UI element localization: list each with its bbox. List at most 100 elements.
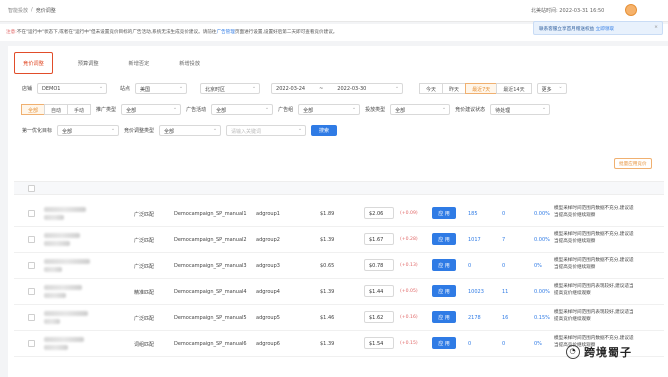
- apply-button[interactable]: 应 用: [432, 207, 456, 219]
- mode-auto-button[interactable]: 自动: [44, 104, 69, 115]
- primary-goal-select[interactable]: 全部: [57, 125, 120, 136]
- group-name: adgroup4: [256, 289, 280, 295]
- apply-button[interactable]: 应 用: [432, 259, 456, 271]
- campaign-name: Democampaign_SP_manual2: [174, 237, 247, 243]
- match-type: 精准匹配: [134, 290, 155, 296]
- clicks-value[interactable]: 1017: [468, 237, 481, 243]
- tab-budget-adjust[interactable]: 预算调整: [73, 52, 104, 74]
- timezone-select[interactable]: 北京时区: [200, 83, 261, 94]
- acos-value: 0.00%: [534, 211, 550, 217]
- quick-14d-button[interactable]: 最近14天: [496, 83, 532, 94]
- select-all-checkbox[interactable]: [28, 185, 35, 192]
- blurred-keyword-sub: [44, 241, 70, 246]
- new-bid-input[interactable]: $2.06: [364, 207, 394, 219]
- row-checkbox[interactable]: [28, 236, 35, 243]
- bid-change: (+0.16): [400, 315, 418, 320]
- new-bid-input[interactable]: $1.44: [364, 285, 394, 297]
- clicks-value[interactable]: 185: [468, 211, 478, 217]
- ad-manage-link[interactable]: 广告管理: [216, 30, 234, 35]
- filter-row-2: 全部 自动 手动 推广类型 全部 广告活动 全部 广告组 全部 投放类型 全部 …: [21, 104, 551, 115]
- notice-text-2: 页面进行设置,设置好后第二天即可查看竞价建议。: [234, 30, 338, 35]
- orders-value[interactable]: 0: [502, 211, 505, 217]
- search-button[interactable]: 搜索: [311, 125, 338, 136]
- campaign-name: Democampaign_SP_manual3: [174, 263, 247, 269]
- notice-text-1: 不在"运行中"状态下,或者在"运行中"但未设置竞价目标的广告活动,系统无法生成竞…: [16, 30, 217, 35]
- tab-add-negative[interactable]: 新增否定: [124, 52, 155, 74]
- row-checkbox[interactable]: [28, 314, 35, 321]
- bid-status-select[interactable]: 待处理: [490, 104, 551, 115]
- apply-button[interactable]: 应 用: [432, 285, 456, 297]
- group-name: adgroup6: [256, 341, 280, 347]
- apply-button[interactable]: 应 用: [432, 337, 456, 349]
- orders-value[interactable]: 0: [502, 341, 505, 347]
- date-from: 2022-03-24: [276, 86, 306, 92]
- main-card: 竞价调整 预算调整 新增否定 新增投放 店铺 DEMO1 站点 美国 北京时区 …: [8, 46, 668, 377]
- group-select[interactable]: 全部: [298, 104, 361, 115]
- suggestion-text: 模型采样时间范围内数据不充分,建议适当提高竞价继续观察: [554, 206, 634, 218]
- avatar[interactable]: [625, 4, 637, 16]
- campaign-select[interactable]: 全部: [211, 104, 274, 115]
- row-checkbox[interactable]: [28, 210, 35, 217]
- table-header: [14, 181, 664, 195]
- clicks-value[interactable]: 0: [468, 341, 471, 347]
- close-icon[interactable]: ×: [654, 25, 658, 30]
- current-bid: $0.65: [320, 263, 335, 269]
- new-bid-input[interactable]: $1.67: [364, 233, 394, 245]
- suggestion-text: 模型采样时间范围内表现较好,建议适当提高竞价继续观察: [554, 284, 634, 296]
- table-row: 广泛匹配 Democampaign_SP_manual5 adgroup5 $1.46…: [14, 305, 664, 331]
- mode-manual-button[interactable]: 手动: [67, 104, 92, 115]
- ad-type-select[interactable]: 全部: [121, 104, 182, 115]
- new-bid-input[interactable]: $0.78: [364, 259, 394, 271]
- more-dates-select[interactable]: 更多: [536, 83, 567, 94]
- clicks-value[interactable]: 10023: [468, 289, 484, 295]
- breadcrumb-item[interactable]: 智能投放: [8, 7, 28, 14]
- table-row: 广泛匹配 Democampaign_SP_manual2 adgroup2 $1.39…: [14, 227, 664, 253]
- blurred-keyword-sub: [44, 345, 68, 350]
- blurred-keyword-sub: [44, 293, 66, 298]
- orders-value[interactable]: 7: [502, 237, 505, 243]
- match-type-select[interactable]: 全部: [390, 104, 451, 115]
- bid-status-label: 竞价建议状态: [455, 107, 486, 113]
- shop-select[interactable]: DEMO1: [37, 83, 108, 94]
- row-checkbox[interactable]: [28, 262, 35, 269]
- primary-goal-label: 第一优化目标: [22, 128, 53, 134]
- date-to: 2022-03-30: [337, 86, 367, 92]
- clicks-value[interactable]: 2178: [468, 315, 481, 321]
- quick-7d-button[interactable]: 最近7天: [465, 83, 498, 94]
- row-checkbox[interactable]: [28, 288, 35, 295]
- mode-all-button[interactable]: 全部: [21, 104, 46, 115]
- search-input[interactable]: 请输入关键词: [226, 125, 307, 136]
- orders-value[interactable]: 16: [502, 315, 508, 321]
- blurred-keyword-sub: [44, 215, 64, 220]
- table-row: 精准匹配 Democampaign_SP_manual4 adgroup4 $1.39…: [14, 279, 664, 305]
- notice-prefix: 注意:: [6, 30, 17, 35]
- quick-yesterday-button[interactable]: 昨天: [442, 83, 467, 94]
- match-type: 词组匹配: [134, 342, 155, 348]
- date-range-picker[interactable]: 2022-03-24 ~ 2022-03-30: [271, 83, 404, 94]
- blurred-keyword: [44, 259, 90, 264]
- apply-button[interactable]: 应 用: [432, 233, 456, 245]
- quick-today-button[interactable]: 今天: [419, 83, 444, 94]
- site-select[interactable]: 美国: [135, 83, 188, 94]
- site-label: 站点: [120, 86, 131, 92]
- campaign-name: Democampaign_SP_manual4: [174, 289, 247, 295]
- clicks-value[interactable]: 0: [468, 263, 471, 269]
- blurred-keyword: [44, 285, 82, 290]
- bid-change: (+0.15): [400, 341, 418, 346]
- row-checkbox[interactable]: [28, 340, 35, 347]
- orders-value[interactable]: 0: [502, 263, 505, 269]
- new-bid-input[interactable]: $1.54: [364, 337, 394, 349]
- bid-adjust-type-select[interactable]: 全部: [159, 125, 222, 136]
- group-name: adgroup2: [256, 237, 280, 243]
- orders-value[interactable]: 11: [502, 289, 508, 295]
- tab-bid-adjust[interactable]: 竞价调整: [14, 52, 53, 74]
- new-bid-input[interactable]: $1.62: [364, 311, 394, 323]
- batch-apply-button[interactable]: 批量应用竞价: [614, 158, 652, 169]
- suggestion-text: 模型采样时间范围内数据不充分,建议适当提高竞价继续观察: [554, 232, 634, 244]
- tab-add-targeting[interactable]: 新增投放: [174, 52, 205, 74]
- promo-link[interactable]: 立即领取: [596, 27, 614, 32]
- apply-button[interactable]: 应 用: [432, 311, 456, 323]
- top-bar: 智能投放 / 竞价调整 北美站时间: 2022-03-31 16:50: [0, 0, 668, 22]
- table-row: 广泛匹配 Democampaign_SP_manual1 adgroup1 $1.89…: [14, 201, 664, 227]
- acos-value: 0.00%: [534, 289, 550, 295]
